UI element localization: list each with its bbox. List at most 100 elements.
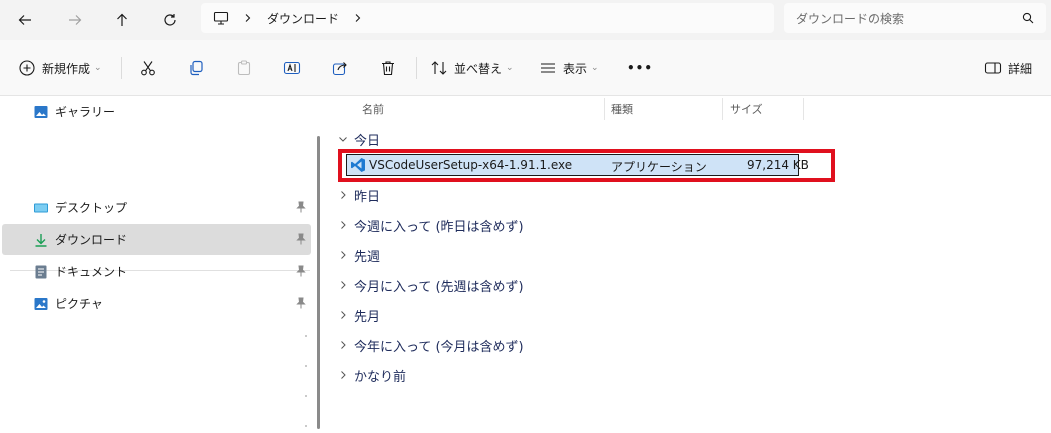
more-options-button[interactable]: ••• (627, 56, 653, 80)
sidebar-item-label: デスクトップ (55, 201, 128, 215)
group-yesterday[interactable]: 昨日 (338, 184, 380, 206)
column-divider[interactable] (722, 98, 723, 120)
chevron-right-icon (341, 341, 346, 349)
sidebar-item-desktop[interactable]: デスクトップ (2, 192, 311, 223)
sidebar-scrollbar[interactable] (317, 136, 320, 429)
chevron-down-icon: ⌄ (591, 63, 599, 73)
divider (416, 57, 417, 79)
column-header-type[interactable]: 種類 (611, 98, 633, 120)
divider (121, 57, 122, 79)
sidebar-item-label: ドキュメント (55, 265, 128, 279)
gallery-icon (33, 104, 49, 120)
chevron-right-icon[interactable] (243, 13, 253, 23)
pictures-icon (33, 296, 49, 312)
view-list-icon (541, 63, 555, 73)
more-icon: ••• (627, 61, 654, 75)
sidebar-item-downloads[interactable]: ダウンロード (2, 224, 311, 255)
arrow-left-icon (18, 15, 31, 25)
pin-icon[interactable] (295, 201, 307, 213)
sidebar-item-pictures[interactable]: ピクチャ (2, 288, 311, 319)
trash-icon (382, 61, 394, 76)
paste-button[interactable] (235, 56, 253, 80)
group-last-month[interactable]: 先月 (338, 304, 380, 326)
group-this-year[interactable]: 今年に入って (今月は含めず) (338, 334, 524, 356)
copy-button[interactable] (187, 56, 205, 80)
file-size: 97,214 KB (747, 158, 809, 172)
group-long-ago[interactable]: かなり前 (338, 364, 406, 386)
navigation-pane: ギャラリー デスクトップ ダウンロード ドキュメント ピクチャ (0, 96, 318, 433)
download-icon (33, 232, 49, 248)
address-bar[interactable]: ダウンロード (201, 3, 774, 33)
column-divider[interactable] (604, 98, 605, 120)
share-button[interactable] (331, 56, 349, 80)
chevron-right-icon (341, 221, 346, 229)
group-today[interactable]: 今日 (338, 128, 380, 150)
pin-icon[interactable] (295, 233, 307, 245)
chevron-right-icon (341, 281, 346, 289)
file-name: VSCodeUserSetup-x64-1.91.1.exe (369, 158, 573, 172)
sort-button[interactable]: 並べ替え ⌄ (430, 56, 514, 80)
sidebar-item-documents[interactable]: ドキュメント (2, 256, 311, 287)
scissors-icon (141, 61, 155, 76)
scroll-dot (305, 395, 307, 397)
search-placeholder: ダウンロードの検索 (796, 11, 905, 26)
back-button[interactable] (13, 8, 37, 32)
view-label: 表示 (563, 61, 588, 76)
sidebar-item-gallery[interactable]: ギャラリー (2, 96, 311, 127)
command-bar: 新規作成 ⌄ 並べ替え ⌄ 表示 ⌄ ••• 詳細 (0, 40, 1051, 96)
group-this-month[interactable]: 今月に入って (先週は含めず) (338, 274, 524, 296)
sort-icon (431, 61, 447, 75)
column-divider[interactable] (803, 98, 804, 120)
refresh-button[interactable] (158, 8, 182, 32)
chevron-down-icon: ⌄ (506, 63, 514, 73)
search-input[interactable]: ダウンロードの検索 (784, 3, 1046, 33)
refresh-icon (164, 14, 176, 26)
desktop-icon (33, 200, 49, 216)
scroll-dot (305, 335, 307, 337)
file-row[interactable]: VSCodeUserSetup-x64-1.91.1.exe アプリケーション … (346, 154, 809, 176)
up-button[interactable] (110, 8, 134, 32)
sidebar-item-label: ダウンロード (55, 233, 128, 247)
sort-label: 並べ替え (454, 61, 503, 76)
details-button[interactable]: 詳細 (984, 56, 1032, 80)
file-type: アプリケーション (611, 160, 707, 174)
chevron-right-icon (341, 191, 346, 199)
group-label: 今日 (354, 133, 381, 149)
copy-icon (190, 60, 203, 76)
cut-button[interactable] (139, 56, 157, 80)
group-last-week[interactable]: 先週 (338, 244, 380, 266)
group-this-week[interactable]: 今週に入って (昨日は含めず) (338, 214, 524, 236)
computer-icon[interactable] (213, 10, 229, 26)
search-icon (1022, 12, 1034, 24)
new-button[interactable]: 新規作成 ⌄ (18, 56, 102, 80)
column-header-size[interactable]: サイズ (730, 98, 763, 120)
group-label: 昨日 (354, 189, 381, 205)
file-list: 名前 種類 サイズ 今日 VSCodeUserSetup-x64-1.91.1.… (326, 96, 1051, 433)
rename-icon (283, 61, 301, 75)
delete-button[interactable] (379, 56, 397, 80)
rename-button[interactable] (283, 56, 301, 80)
view-button[interactable]: 表示 ⌄ (539, 56, 599, 80)
column-header-name[interactable]: 名前 (362, 98, 384, 120)
chevron-down-icon (339, 137, 347, 142)
chevron-right-icon (341, 371, 346, 379)
chevron-right-icon[interactable] (353, 13, 363, 23)
forward-button[interactable] (63, 8, 87, 32)
group-label: 今月に入って (先週は含めず) (354, 279, 524, 295)
share-icon (332, 62, 347, 76)
scroll-dot (305, 425, 307, 427)
group-label: かなり前 (354, 369, 407, 385)
group-label: 先月 (354, 309, 381, 325)
breadcrumb-downloads[interactable]: ダウンロード (267, 10, 339, 27)
vscode-icon (351, 158, 365, 172)
pin-icon[interactable] (295, 297, 307, 309)
pin-icon[interactable] (295, 265, 307, 277)
details-pane-icon (984, 62, 1002, 74)
group-label: 先週 (354, 249, 381, 265)
details-label: 詳細 (1008, 61, 1033, 76)
document-icon (33, 264, 49, 280)
chevron-right-icon (341, 251, 346, 259)
chevron-right-icon (341, 311, 346, 319)
group-label: 今週に入って (昨日は含めず) (354, 219, 524, 235)
sidebar-item-label: ギャラリー (55, 105, 116, 119)
